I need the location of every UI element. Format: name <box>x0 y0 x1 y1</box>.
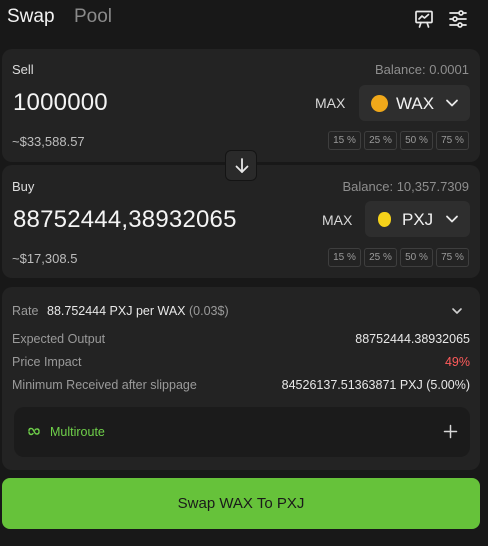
buy-balance-label: Balance: <box>342 179 394 194</box>
rate-label: Rate <box>12 304 39 318</box>
chart-board-icon[interactable] <box>413 8 435 30</box>
sell-usd-value: ~$33,588.57 <box>12 134 85 149</box>
sell-label: Sell <box>12 62 34 77</box>
sell-max-button[interactable]: MAX <box>315 95 345 111</box>
buy-balance: Balance: 10,357.7309 <box>342 179 469 194</box>
rate-usd: (0.03$) <box>189 304 229 318</box>
chevron-down-icon <box>446 215 458 223</box>
sell-percent-25-button[interactable]: 25 % <box>364 131 397 150</box>
sell-amount-input[interactable]: 1000000 <box>13 89 108 117</box>
sell-percent-75-button[interactable]: 75 % <box>436 131 469 150</box>
expected-output-label: Expected Output <box>12 332 106 346</box>
sell-balance-label: Balance: <box>375 62 426 77</box>
buy-max-button[interactable]: MAX <box>322 212 352 228</box>
multiroute-toggle[interactable]: Multiroute <box>14 407 470 457</box>
swap-button[interactable]: Swap WAX To PXJ <box>2 478 480 529</box>
buy-usd-value: ~$17,308.5 <box>12 251 78 266</box>
multiroute-label: Multiroute <box>50 425 105 439</box>
arrow-down-icon <box>235 158 249 173</box>
rate-value: 88.752444 PXJ per WAX (0.03$) <box>47 304 229 318</box>
buy-percent-75-button[interactable]: 75 % <box>436 248 469 267</box>
buy-amount-input[interactable]: 88752444,38932065 <box>13 206 237 234</box>
buy-token-select[interactable]: PXJ <box>365 201 470 237</box>
swap-direction-button[interactable] <box>225 150 257 181</box>
settings-sliders-icon[interactable] <box>447 8 469 30</box>
buy-token-name: PXJ <box>402 210 434 229</box>
sell-percent-15-button[interactable]: 15 % <box>328 131 361 150</box>
plus-icon[interactable] <box>443 424 458 439</box>
chevron-down-icon <box>446 99 458 107</box>
rate-text: 88.752444 PXJ per WAX <box>47 304 186 318</box>
sell-panel: Sell Balance: 0.0001 1000000 MAX WAX ~$3… <box>2 49 480 162</box>
sell-percent-50-button[interactable]: 50 % <box>400 131 433 150</box>
min-received-row: Minimum Received after slippage 84526137… <box>12 378 470 394</box>
pxj-token-icon <box>378 212 391 227</box>
sell-token-select[interactable]: WAX <box>359 85 470 121</box>
tab-pool[interactable]: Pool <box>74 6 112 28</box>
expected-output-row: Expected Output 88752444.38932065 <box>12 332 470 348</box>
wax-token-icon <box>371 95 388 112</box>
min-received-label: Minimum Received after slippage <box>12 378 197 392</box>
sell-percent-buttons: 15 % 25 % 50 % 75 % <box>328 131 469 150</box>
sell-balance: Balance: 0.0001 <box>375 62 469 77</box>
buy-balance-value: 10,357.7309 <box>396 179 469 194</box>
buy-panel: Buy Balance: 10,357.7309 88752444,389320… <box>2 165 480 278</box>
rate-row[interactable]: Rate 88.752444 PXJ per WAX (0.03$) <box>12 304 470 320</box>
buy-percent-50-button[interactable]: 50 % <box>400 248 433 267</box>
sell-balance-value: 0.0001 <box>429 62 469 77</box>
min-received-value: 84526137.51363871 PXJ (5.00%) <box>281 378 470 392</box>
price-impact-label: Price Impact <box>12 355 82 369</box>
buy-percent-25-button[interactable]: 25 % <box>364 248 397 267</box>
chevron-down-icon[interactable] <box>450 304 464 318</box>
tab-swap[interactable]: Swap <box>7 6 55 28</box>
buy-percent-15-button[interactable]: 15 % <box>328 248 361 267</box>
expected-output-value: 88752444.38932065 <box>355 332 470 346</box>
price-impact-value: 49% <box>444 355 470 369</box>
price-impact-row: Price Impact 49% <box>12 355 470 371</box>
header: Swap Pool <box>0 0 488 40</box>
sell-token-name: WAX <box>396 94 435 113</box>
buy-label: Buy <box>12 179 35 194</box>
swap-details-panel: Rate 88.752444 PXJ per WAX (0.03$) Expec… <box>2 287 480 470</box>
route-icon <box>28 427 40 436</box>
buy-percent-buttons: 15 % 25 % 50 % 75 % <box>328 248 469 267</box>
